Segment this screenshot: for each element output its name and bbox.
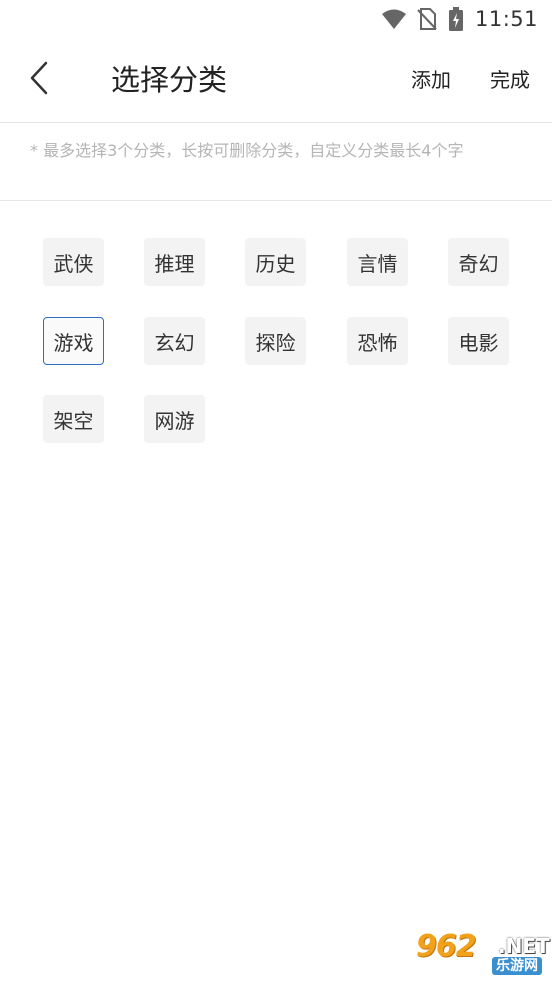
page-title: 选择分类 [111, 63, 228, 97]
add-button[interactable]: 添加 [411, 65, 451, 95]
category-tag[interactable]: 网游 [144, 395, 205, 443]
battery-charging-icon [448, 7, 463, 31]
watermark-suffix: .NET [498, 934, 550, 958]
category-tag-selected[interactable]: 游戏 [43, 317, 104, 365]
category-tag[interactable]: 武侠 [43, 238, 104, 286]
done-button[interactable]: 完成 [490, 65, 530, 95]
hint-text: * 最多选择3个分类，长按可删除分类，自定义分类最长4个字 [30, 141, 464, 160]
category-tag[interactable]: 架空 [43, 395, 104, 443]
category-tag[interactable]: 历史 [245, 238, 306, 286]
watermark-sub: 乐游网 [492, 957, 542, 975]
category-tag[interactable]: 电影 [448, 317, 509, 365]
no-sim-icon [417, 8, 437, 30]
back-button[interactable] [22, 60, 56, 100]
hint-area: * 最多选择3个分类，长按可删除分类，自定义分类最长4个字 [0, 123, 552, 201]
category-tag[interactable]: 玄幻 [144, 317, 205, 365]
watermark-number: 962 [416, 929, 477, 964]
category-tag[interactable]: 恐怖 [347, 317, 408, 365]
watermark-logo: 962 .NET 乐游网 [412, 927, 550, 975]
app-bar: 选择分类 添加 完成 [0, 38, 552, 123]
category-tag[interactable]: 探险 [245, 317, 306, 365]
chevron-left-icon [29, 61, 49, 99]
status-time: 11:51 [474, 7, 538, 31]
category-tag[interactable]: 推理 [144, 238, 205, 286]
status-icons: 11:51 [381, 6, 538, 32]
category-tag[interactable]: 奇幻 [448, 238, 509, 286]
status-bar: 11:51 [0, 0, 552, 38]
wifi-icon [381, 8, 407, 30]
category-tag[interactable]: 言情 [347, 238, 408, 286]
